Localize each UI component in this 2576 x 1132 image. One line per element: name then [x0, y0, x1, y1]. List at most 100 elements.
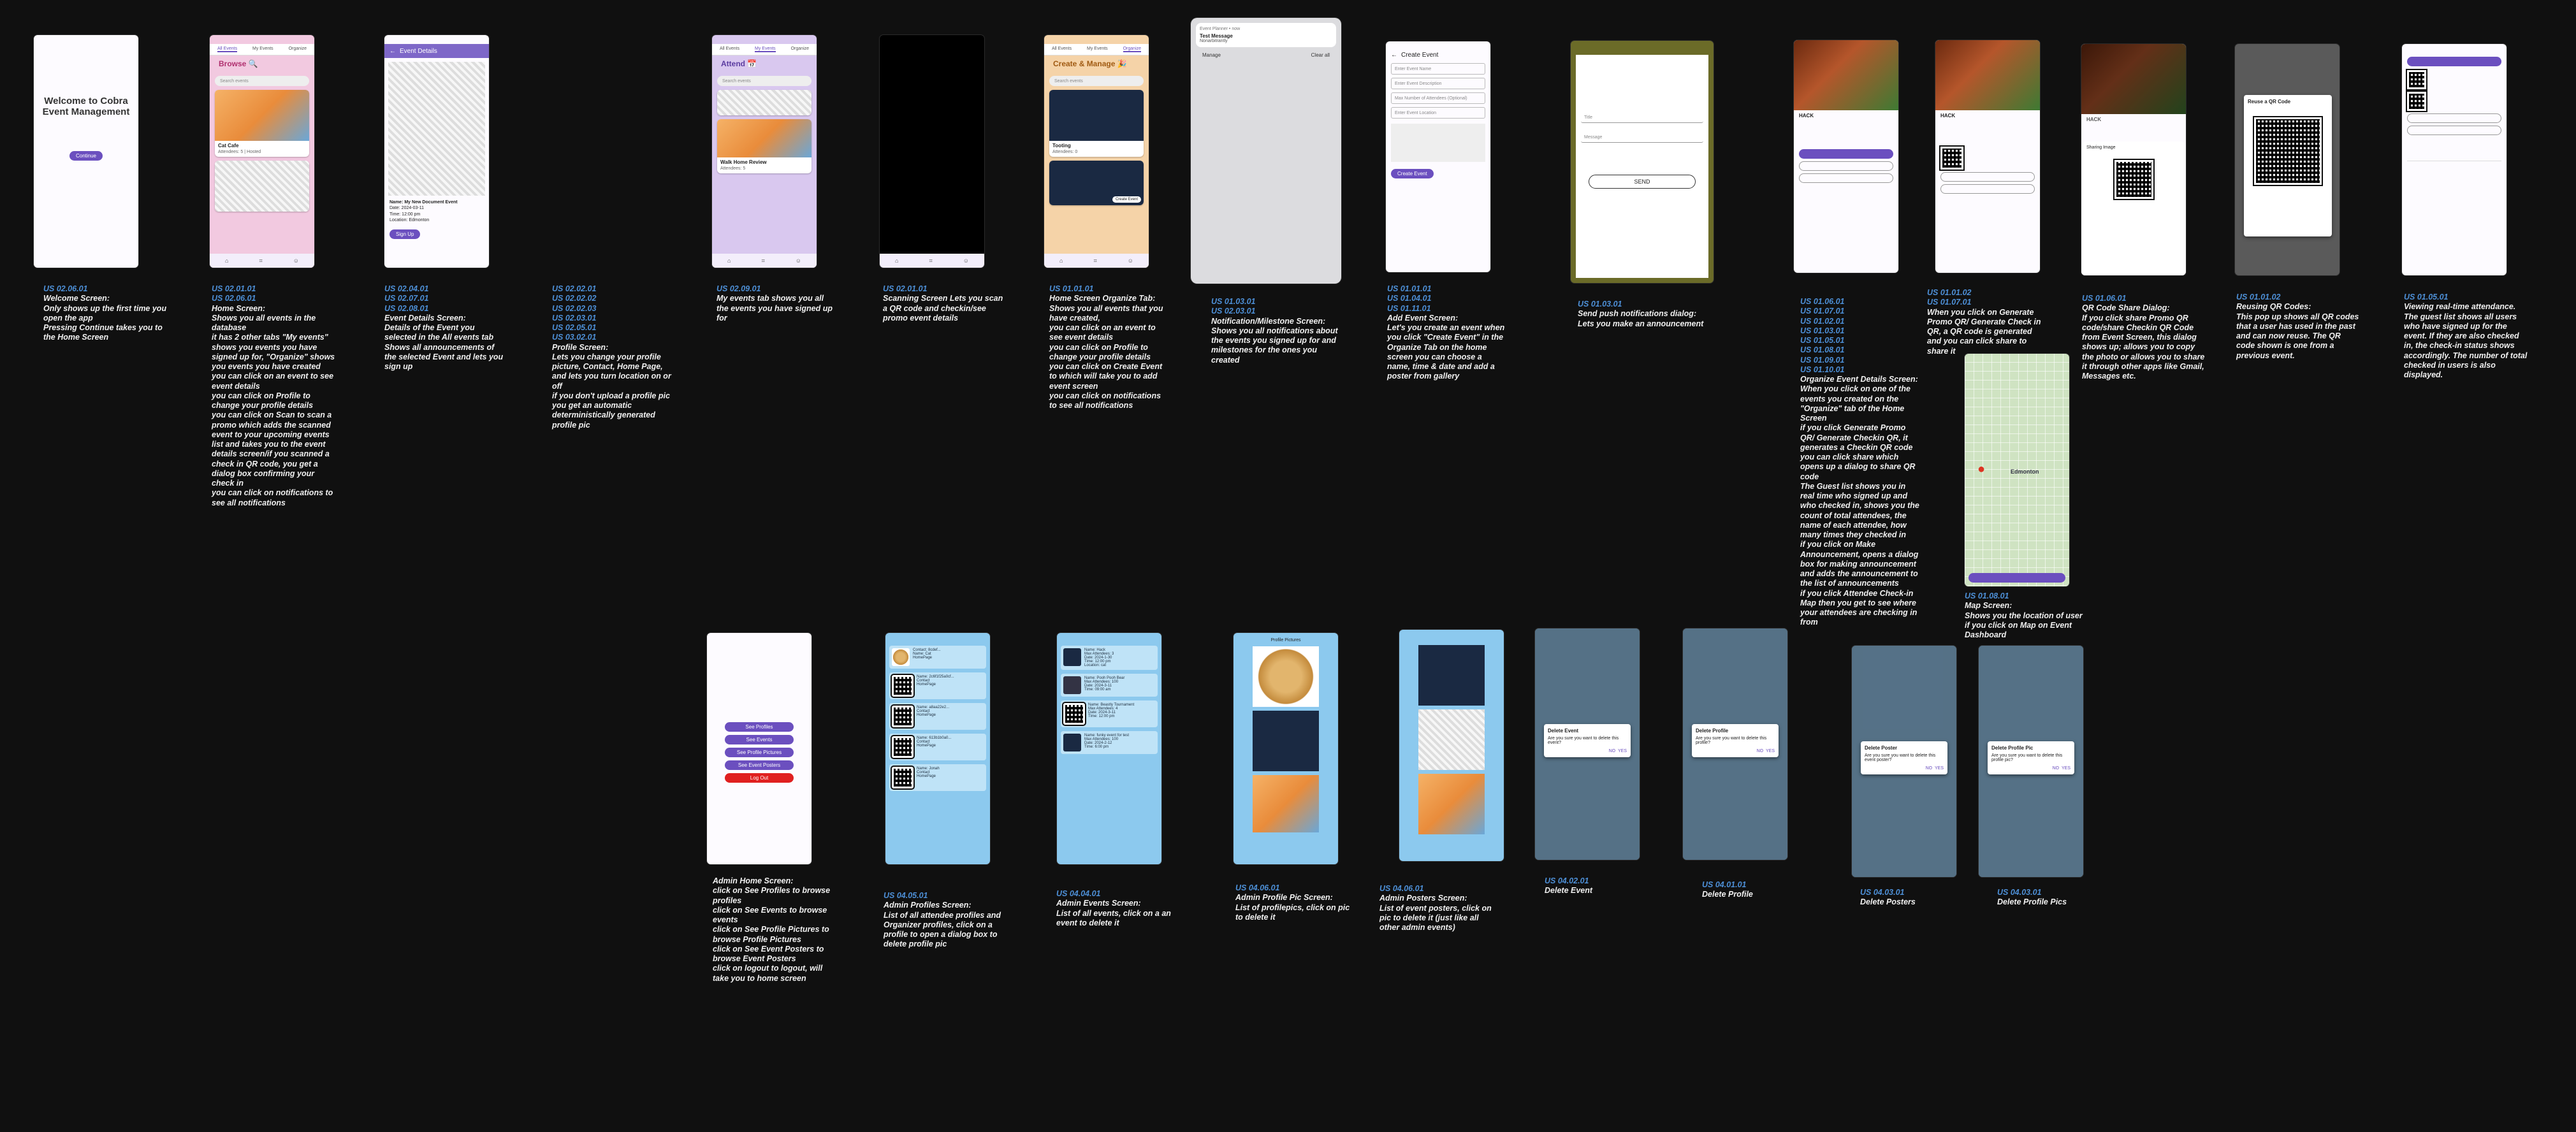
list-item[interactable]: Name: Pooh Pooh Bear Max Attendees: 100 …: [1061, 674, 1158, 697]
sign-up-button[interactable]: Sign Up: [389, 229, 421, 239]
message-field[interactable]: Message: [1581, 132, 1703, 143]
yes-button[interactable]: YES: [1618, 749, 1627, 753]
title-field[interactable]: Title: [1581, 112, 1703, 123]
tab-organize[interactable]: Organize: [289, 47, 307, 52]
profile-icon[interactable]: ☺: [963, 258, 969, 264]
max-attendees-field[interactable]: Max Number of Attendees (Optional): [1391, 92, 1485, 104]
event-poster[interactable]: [1418, 709, 1485, 770]
delete-profile-pic-dialog: Delete Profile Pic Are you sure you want…: [1988, 741, 2074, 774]
notification-body: Nonarbitrantly: [1200, 39, 1228, 43]
see-events-button[interactable]: See Events: [725, 735, 794, 744]
create-event-button[interactable]: Create Event: [1112, 196, 1141, 203]
no-button[interactable]: NO: [1926, 766, 1933, 771]
map-caption: US 01.08.01 Map Screen: Shows you the lo…: [1965, 591, 2083, 639]
see-profiles-button[interactable]: See Profiles: [725, 722, 794, 732]
event-poster[interactable]: [1418, 774, 1485, 834]
tab-organize[interactable]: Organize: [1123, 47, 1142, 52]
tab-all-events[interactable]: All Events: [1052, 47, 1072, 52]
tab-organize[interactable]: Organize: [791, 47, 809, 52]
event-description-field[interactable]: Enter Event Description: [1391, 78, 1485, 89]
log-out-button[interactable]: Log Out: [725, 773, 794, 783]
create-event-button[interactable]: Create Event: [1391, 169, 1434, 178]
search-input[interactable]: Search events: [215, 76, 309, 86]
generate-checkin-qr-button[interactable]: [1940, 172, 2035, 182]
admin-home-screen: See Profiles See Events See Profile Pict…: [707, 633, 811, 864]
yes-button[interactable]: YES: [1935, 766, 1944, 771]
event-location-field[interactable]: Enter Event Location: [1391, 107, 1485, 119]
push-dialog: Title Message SEND: [1576, 55, 1708, 278]
list-item[interactable]: Contact: 8cdef... Name: Cat HomePage: [889, 646, 986, 669]
send-button[interactable]: SEND: [1589, 175, 1696, 189]
generate-promo-qr-button[interactable]: [1799, 173, 1893, 183]
generate-promo-qr-button[interactable]: [2407, 126, 2501, 135]
notification-card[interactable]: Event Planner • now Test Message Nonarbi…: [1196, 23, 1336, 47]
event-card[interactable]: Walk Home Review Attendees: 5: [717, 119, 811, 173]
clear-all-button[interactable]: Clear all: [1311, 52, 1330, 58]
qr-code: [2113, 159, 2155, 200]
yes-button[interactable]: YES: [2062, 766, 2070, 771]
profile-icon[interactable]: ☺: [293, 258, 299, 264]
profile-pic[interactable]: [1253, 775, 1319, 832]
profile-icon[interactable]: ☺: [796, 258, 801, 264]
tab-all-events[interactable]: All Events: [720, 47, 739, 52]
tab-my-events[interactable]: My Events: [755, 47, 776, 52]
list-item[interactable]: Name: Beastly Tournament Max Attendees: …: [1061, 700, 1158, 727]
admin-profiles-screen: Contact: 8cdef... Name: Cat HomePage Nam…: [885, 633, 990, 864]
profile-pic[interactable]: [1253, 711, 1319, 771]
back-arrow-icon[interactable]: ←: [389, 48, 396, 55]
event-card[interactable]: [215, 161, 309, 212]
list-item[interactable]: Name: 2c6f1f25a0cf... Contact HomePage: [889, 672, 986, 699]
delposter-caption: US 04.03.01 Delete Posters: [1860, 888, 1916, 907]
back-arrow-icon[interactable]: ←: [1391, 52, 1397, 59]
orgdetails-caption: US 01.06.01 US 01.07.01 US 01.02.01 US 0…: [1800, 297, 1919, 627]
see-profile-pictures-button[interactable]: See Profile Pictures: [725, 748, 794, 757]
yes-button[interactable]: YES: [1766, 749, 1775, 753]
event-card[interactable]: Create Event: [1049, 161, 1144, 205]
generate-checkin-qr-button[interactable]: [1799, 161, 1893, 171]
generate-promo-qr-button[interactable]: [1940, 184, 2035, 194]
event-poster[interactable]: [1418, 645, 1485, 706]
list-item[interactable]: Name: a8aa22e2... Contact HomePage: [889, 703, 986, 730]
avatar: [892, 648, 910, 666]
map-button[interactable]: [1799, 149, 1893, 159]
home-icon[interactable]: ⌂: [895, 258, 898, 264]
scan-icon[interactable]: ⌗: [259, 258, 263, 265]
list-item[interactable]: Name: funky event for test Max Attendees…: [1061, 731, 1158, 754]
event-card[interactable]: Cat Cafe Attendees: 5 | Hosted: [215, 90, 309, 157]
generate-checkin-qr-button[interactable]: [2407, 113, 2501, 123]
delete-poster-screen: Delete Poster Are you sure you want to d…: [1852, 646, 1956, 877]
no-button[interactable]: NO: [1609, 749, 1616, 753]
continue-button[interactable]: Continue: [69, 151, 103, 161]
scan-icon[interactable]: ⌗: [762, 258, 765, 265]
generate-qr-screen: HACK: [1935, 40, 2040, 273]
qr-code[interactable]: [2253, 116, 2323, 186]
scan-icon[interactable]: ⌗: [1094, 258, 1097, 265]
event-card[interactable]: Tooting Attendees: 0: [1049, 90, 1144, 157]
scan-icon[interactable]: ⌗: [929, 258, 933, 265]
home-icon[interactable]: ⌂: [1059, 258, 1063, 264]
profile-icon[interactable]: ☺: [1128, 258, 1133, 264]
no-button[interactable]: NO: [1757, 749, 1764, 753]
appbar-title: Event Details: [400, 47, 437, 55]
profile-pic[interactable]: [1253, 646, 1319, 707]
list-item[interactable]: Name: Jonah Contact HomePage: [889, 764, 986, 791]
search-input[interactable]: Search events: [1049, 76, 1144, 86]
list-item[interactable]: Name: 613b1b0a0... Contact HomePage: [889, 734, 986, 760]
see-event-posters-button[interactable]: See Event Posters: [725, 760, 794, 770]
home-icon[interactable]: ⌂: [225, 258, 228, 264]
list-item[interactable]: Name: Hack Max Attendees: 3 Date: 2024-1…: [1061, 646, 1158, 670]
tab-my-events[interactable]: My Events: [252, 47, 273, 52]
delete-event-dialog: Delete Event Are you sure you want to de…: [1544, 724, 1631, 757]
event-name-field[interactable]: Enter Event Name: [1391, 63, 1485, 75]
event-card[interactable]: [717, 90, 811, 115]
search-input[interactable]: Search events: [717, 76, 811, 86]
map-button[interactable]: [2407, 57, 2501, 66]
notification-screen: Event Planner • now Test Message Nonarbi…: [1191, 18, 1341, 284]
tab-my-events[interactable]: My Events: [1087, 47, 1108, 52]
tab-all-events[interactable]: All Events: [217, 47, 238, 52]
manage-button[interactable]: Manage: [1202, 52, 1221, 58]
no-button[interactable]: NO: [2053, 766, 2060, 771]
back-button[interactable]: [1968, 573, 2065, 583]
home-icon[interactable]: ⌂: [727, 258, 731, 264]
scan-caption: US 02.01.01 Scanning Screen Lets you sca…: [883, 284, 1003, 323]
